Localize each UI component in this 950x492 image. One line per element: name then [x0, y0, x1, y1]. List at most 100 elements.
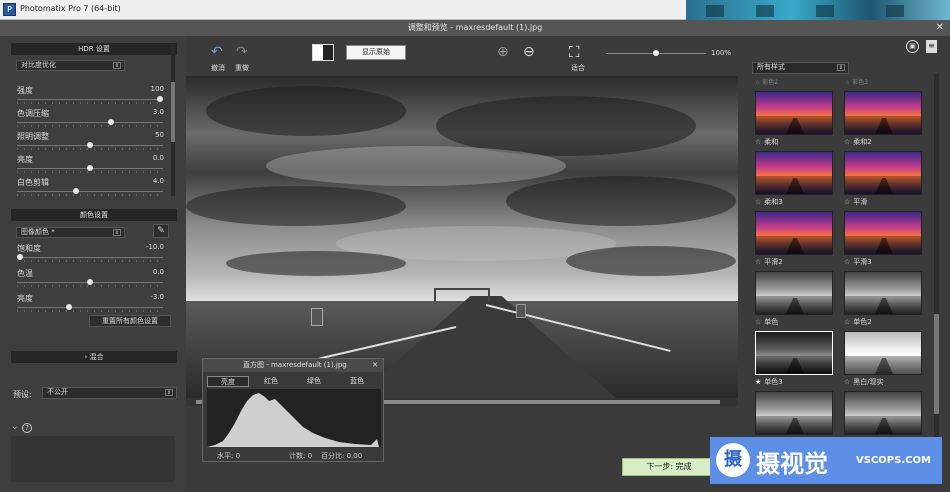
slider-thumb[interactable] — [73, 188, 79, 194]
style-thumbnail-label[interactable]: ★ 单色3 — [755, 377, 783, 387]
undo-label[interactable]: 撤消 — [211, 63, 225, 73]
histogram-window[interactable]: 直方图 - maxresdefault (1).jpg ✕ 亮度 红色 绿色 蓝色 水… — [202, 358, 384, 462]
scrollbar-thumb[interactable] — [171, 82, 175, 142]
style-thumbnail-label[interactable]: ☆ 单色 — [755, 317, 778, 327]
style-filter-dropdown[interactable]: 所有样式 ⇕ — [752, 62, 849, 74]
color-mode-dropdown[interactable]: 图像颜色 * ⇕ — [16, 227, 125, 238]
collapse-chevron-icon[interactable]: ⌄ — [11, 422, 19, 432]
favorite-star-icon[interactable]: ☆ — [755, 138, 761, 146]
slider-thumb[interactable] — [157, 96, 163, 102]
style-thumbnail[interactable] — [755, 211, 833, 255]
histogram-close-icon[interactable]: ✕ — [372, 359, 378, 372]
color-settings-header[interactable]: 颜色设置 — [11, 209, 177, 221]
style-thumbnail-label[interactable]: ☆ 柔和 — [755, 137, 778, 147]
zoom-slider[interactable] — [606, 50, 706, 56]
style-thumbnail-label[interactable]: ☆ 黑白/现实 — [844, 377, 884, 387]
zoom-out-icon[interactable]: ⊖ — [523, 44, 535, 60]
slider-value: 50 — [155, 131, 164, 139]
fit-label[interactable]: 适合 — [571, 63, 585, 73]
favorite-star-icon[interactable]: ☆ — [844, 258, 850, 266]
slider-track[interactable] — [17, 96, 163, 104]
histogram-title: 直方图 - maxresdefault (1).jpg — [243, 361, 347, 369]
redo-label[interactable]: 重做 — [235, 63, 249, 73]
style-thumbnail-label[interactable]: ☆ 柔和3 — [755, 197, 783, 207]
favorite-star-icon[interactable]: ☆ — [844, 138, 850, 146]
slider-thumb[interactable] — [87, 165, 93, 171]
style-thumbnail-label[interactable]: ☆ 平滑2 — [755, 257, 783, 267]
slider-track[interactable] — [17, 165, 163, 173]
favorite-star-icon[interactable]: ☆ — [755, 198, 761, 206]
save-preset-icon[interactable]: ▣ — [906, 40, 919, 53]
slider-label: 色温 — [17, 269, 33, 278]
show-original-button[interactable]: 显示原始 — [346, 45, 406, 60]
help-icon[interactable]: ? — [22, 423, 32, 433]
dialog-close-icon[interactable]: ✕ — [936, 20, 944, 36]
slider-thumb[interactable] — [87, 142, 93, 148]
zoom-in-icon[interactable]: ⊕ — [497, 44, 509, 60]
panel-menu-icon[interactable]: ≡ — [926, 40, 937, 53]
favorite-star-icon[interactable]: ★ — [755, 378, 761, 386]
favorite-star-icon[interactable]: ☆ — [755, 258, 761, 266]
histogram-tab[interactable]: 亮度 — [207, 376, 249, 387]
style-thumbnail[interactable] — [755, 331, 833, 375]
background-window-thumbnail — [686, 0, 950, 20]
slider-thumb[interactable] — [108, 119, 114, 125]
histogram-title-bar[interactable]: 直方图 - maxresdefault (1).jpg ✕ — [203, 359, 383, 372]
blend-section-header[interactable]: › 混合 — [11, 351, 177, 363]
style-thumbnail[interactable] — [844, 211, 922, 255]
style-thumbnail[interactable] — [844, 151, 922, 195]
eyedropper-icon[interactable]: ✎ — [153, 224, 169, 238]
style-thumbnail-label[interactable]: ☆ 柔和2 — [844, 137, 872, 147]
zoom-slider-thumb[interactable] — [653, 50, 659, 56]
reset-color-button[interactable]: 重置所有颜色设置 — [89, 315, 171, 327]
slider-value: -10.0 — [145, 243, 164, 251]
slider-track[interactable] — [17, 119, 163, 127]
redo-icon[interactable]: ↷ — [236, 44, 248, 60]
compare-split-icon[interactable] — [312, 44, 334, 61]
histogram-tab[interactable]: 蓝色 — [336, 376, 378, 387]
favorite-star-icon[interactable]: ☆ — [755, 318, 761, 326]
slider-thumb[interactable] — [66, 304, 72, 310]
hdr-settings-header[interactable]: HDR 设置 — [11, 43, 177, 55]
image-preview[interactable] — [186, 76, 738, 398]
slider-track[interactable] — [17, 254, 163, 262]
style-thumbnail[interactable] — [755, 151, 833, 195]
app-title: Photomatix Pro 7 (64-bit) — [20, 4, 121, 13]
fit-to-window-icon[interactable]: ⛶ — [569, 43, 580, 61]
style-thumbnail[interactable] — [844, 91, 922, 135]
style-thumbnail-label[interactable]: ☆ 单色2 — [844, 317, 872, 327]
method-dropdown-value: 对比度优化 — [21, 61, 56, 69]
style-thumbnail-label[interactable]: ☆ 平滑 — [844, 197, 867, 207]
preview-toolbar — [186, 36, 738, 76]
style-thumbnail[interactable] — [844, 271, 922, 315]
next-finish-button[interactable]: 下一步: 完成 — [622, 458, 716, 476]
chevron-down-icon: ⇕ — [113, 62, 121, 69]
slider-track[interactable] — [17, 142, 163, 150]
histogram-tab[interactable]: 红色 — [250, 376, 292, 387]
slider-label: 亮度 — [17, 155, 33, 164]
undo-icon[interactable]: ↶ — [211, 44, 223, 60]
slider-thumb[interactable] — [87, 279, 93, 285]
favorite-star-icon[interactable]: ☆ — [844, 198, 850, 206]
style-thumbnail[interactable] — [755, 271, 833, 315]
style-thumbnail[interactable] — [755, 91, 833, 135]
style-thumbnail[interactable] — [844, 391, 922, 435]
slider-value: 4.0 — [152, 177, 164, 185]
method-dropdown[interactable]: 对比度优化 ⇕ — [16, 60, 125, 71]
style-thumbnail-label[interactable]: ☆ 平滑3 — [844, 257, 872, 267]
slider-thumb[interactable] — [17, 254, 23, 260]
styles-scrollbar[interactable] — [934, 74, 939, 484]
style-thumbnail[interactable] — [755, 391, 833, 435]
favorite-star-icon[interactable]: ☆ — [844, 318, 850, 326]
histogram-tab[interactable]: 绿色 — [293, 376, 335, 387]
slider-track[interactable] — [17, 279, 163, 287]
slider-value: -3.0 — [150, 293, 164, 301]
thumb-label-partial: ☆ 彩色3 — [845, 79, 869, 86]
slider-track[interactable] — [17, 188, 163, 196]
preset-dropdown[interactable]: 不公开 ⇕ — [42, 387, 177, 399]
settings-scrollbar[interactable] — [171, 46, 175, 196]
slider-track[interactable] — [17, 304, 163, 312]
scrollbar-thumb[interactable] — [934, 314, 939, 414]
style-thumbnail[interactable] — [844, 331, 922, 375]
favorite-star-icon[interactable]: ☆ — [844, 378, 850, 386]
